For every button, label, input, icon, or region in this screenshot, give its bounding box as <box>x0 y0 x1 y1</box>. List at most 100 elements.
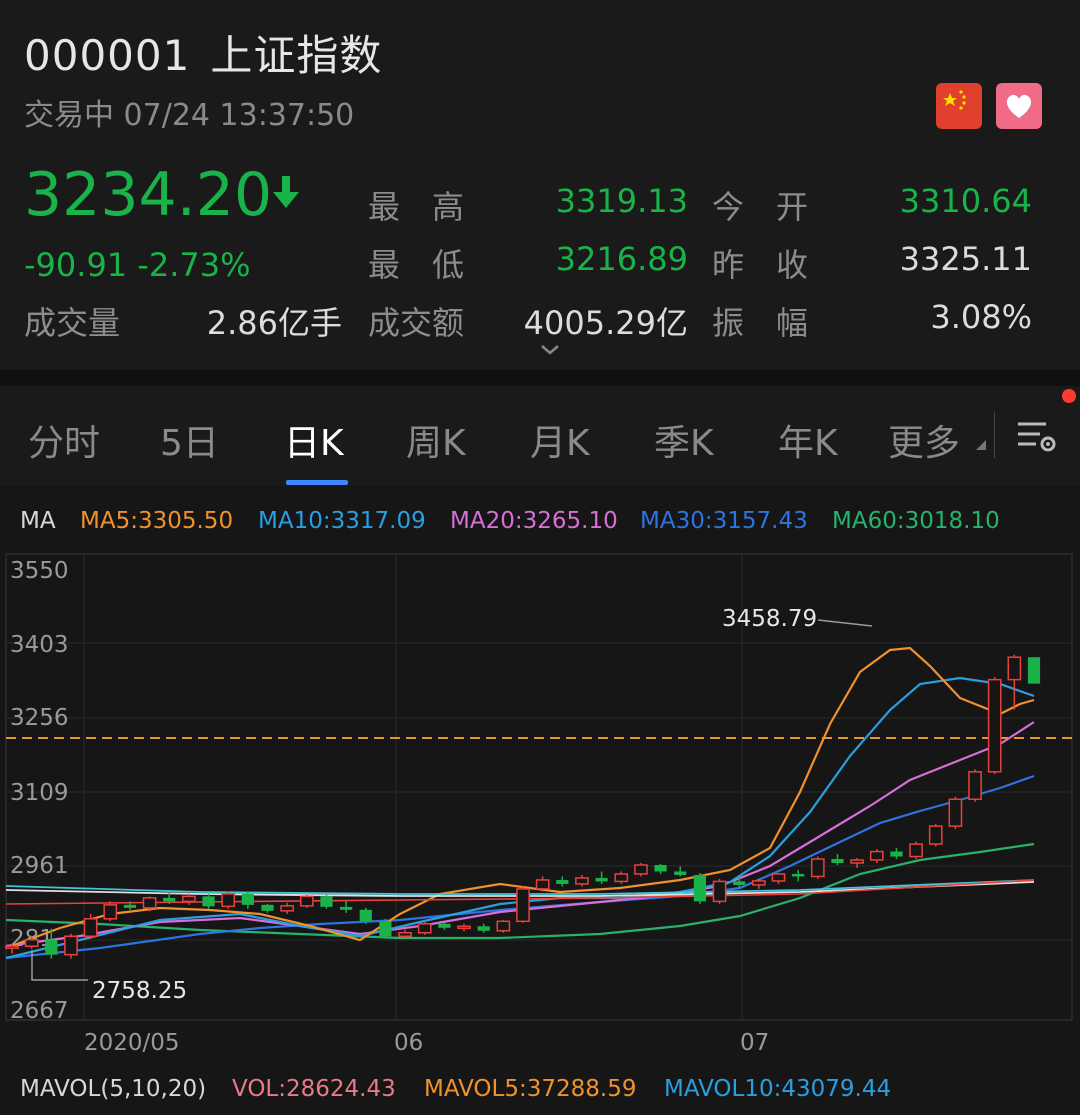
candle-down <box>438 923 451 928</box>
ma-legend: MA MA5:3305.50 MA10:3317.09 MA20:3265.10… <box>0 508 1080 538</box>
ma-label: MA <box>20 508 56 534</box>
china-flag-icon[interactable] <box>936 83 982 129</box>
last-price: 3234.20 <box>24 160 273 230</box>
tab-separator <box>994 412 995 458</box>
candle-up <box>457 925 471 930</box>
candle-up <box>928 825 943 845</box>
ma20-value: MA20:3265.10 <box>450 508 618 534</box>
candle-up <box>103 904 118 920</box>
tab-5day[interactable]: 5日 <box>160 414 219 466</box>
candle-down <box>595 877 608 882</box>
more-dropdown-icon[interactable] <box>974 438 988 452</box>
chart-period-tabs: 分时 5日 日K 周K 月K 季K 年K 更多 <box>0 386 1080 486</box>
volume-label: 成交量 <box>24 304 121 342</box>
y-tick: 3403 <box>10 632 69 658</box>
chart-grid <box>5 553 1073 1021</box>
volume-legend: MAVOL(5,10,20) VOL:28624.43 MAVOL5:37288… <box>0 1076 1080 1106</box>
turnover-label: 成交额 <box>368 304 465 342</box>
chart-settings-icon[interactable] <box>1012 412 1060 460</box>
high-annotation: 3458.79 <box>722 606 817 632</box>
candle-up <box>752 880 766 886</box>
down-arrow-icon <box>270 172 302 214</box>
candle-up <box>968 771 982 800</box>
candle-up <box>1007 656 1022 681</box>
turnover-value: 4005.29亿 <box>523 304 688 342</box>
candle-down <box>340 906 353 910</box>
tab-yearly-k[interactable]: 年K <box>778 414 838 466</box>
tab-intraday[interactable]: 分时 <box>28 414 100 466</box>
candle-down <box>674 871 687 875</box>
y-tick: 2961 <box>10 853 69 879</box>
mavol5-value: MAVOL5:37288.59 <box>424 1076 637 1102</box>
candle-up <box>712 880 727 903</box>
candle-down <box>379 921 392 937</box>
candle-down <box>556 879 569 884</box>
section-divider <box>0 370 1080 386</box>
candle-up <box>810 858 825 878</box>
tab-monthly-k[interactable]: 月K <box>530 414 590 466</box>
stock-code: 000001 <box>24 31 191 80</box>
high-value: 3319.13 <box>555 182 688 220</box>
candle-up <box>575 877 589 885</box>
ma10-value: MA10:3317.09 <box>258 508 426 534</box>
annotations: 3458.79 2758.25 <box>31 606 873 1004</box>
candle-down <box>831 859 844 864</box>
candle-up <box>535 879 550 890</box>
candle-down <box>792 873 805 877</box>
candlestick-chart[interactable]: 3550 3403 3256 3109 2961 281 2667 2020/0… <box>0 548 1080 1088</box>
x-tick: 2020/05 <box>84 1030 180 1056</box>
candle-up <box>496 920 511 932</box>
low-annotation: 2758.25 <box>92 978 187 1004</box>
candle-up <box>634 864 648 875</box>
ma30-value: MA30:3157.43 <box>640 508 808 534</box>
candle-up <box>221 893 236 908</box>
candle-up <box>83 918 98 938</box>
tab-daily-k[interactable]: 日K <box>284 414 344 466</box>
candle-down <box>163 897 176 902</box>
tab-more[interactable]: 更多 <box>888 414 960 466</box>
prev-close-value: 3325.11 <box>899 240 1032 278</box>
candle-up <box>398 932 412 938</box>
candle-up <box>417 923 432 934</box>
y-tick: 3109 <box>10 780 69 806</box>
x-tick: 06 <box>394 1030 423 1056</box>
ma30-line <box>5 774 1035 960</box>
candle-up <box>771 873 786 882</box>
trading-status: 交易中 07/24 13:37:50 <box>24 98 355 133</box>
candle-up <box>142 897 157 909</box>
x-axis-labels: 2020/05 06 07 <box>84 1030 769 1056</box>
tab-weekly-k[interactable]: 周K <box>406 414 466 466</box>
candle-up <box>24 938 39 947</box>
candle-down <box>261 904 274 911</box>
y-tick: 2667 <box>10 998 69 1024</box>
candle-down <box>733 881 746 885</box>
y-tick: 3550 <box>10 558 69 584</box>
notification-dot <box>1062 389 1076 403</box>
tab-quarterly-k[interactable]: 季K <box>654 414 714 466</box>
candle-down <box>1027 657 1041 684</box>
low-value: 3216.89 <box>555 240 688 278</box>
volume-value: 2.86亿手 <box>206 304 342 342</box>
mavol-label: MAVOL(5,10,20) <box>20 1076 207 1102</box>
candle-up <box>614 873 629 883</box>
candle-down <box>359 909 372 922</box>
heart-icon[interactable] <box>996 83 1042 129</box>
stock-title: 000001 上证指数 <box>24 22 382 83</box>
open-label: 今 开 <box>712 188 809 226</box>
candle-down <box>45 939 58 955</box>
candle-down <box>477 926 490 931</box>
candle-up <box>64 935 78 956</box>
expand-chevron-icon[interactable] <box>538 342 562 356</box>
change-percent: -2.73% <box>137 246 251 284</box>
candle-down <box>241 893 254 905</box>
candle-up <box>299 895 314 907</box>
ma60-value: MA60:3018.10 <box>832 508 1000 534</box>
candle-up <box>182 895 196 903</box>
change-value: -90.91 <box>24 246 128 284</box>
candle-down <box>320 896 333 907</box>
quote-header: 000001 上证指数 交易中 07/24 13:37:50 3234.20 -9… <box>0 0 1080 370</box>
low-label: 最 低 <box>368 246 465 284</box>
x-tick: 07 <box>740 1030 769 1056</box>
candle-down <box>693 874 706 902</box>
candle-up <box>987 678 1002 773</box>
